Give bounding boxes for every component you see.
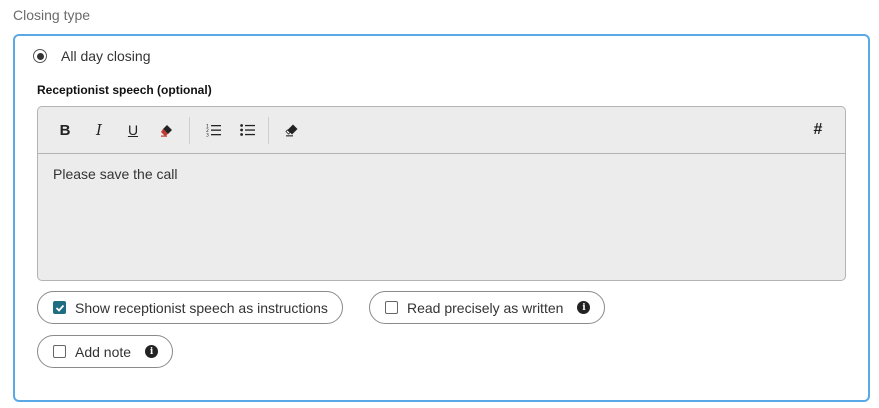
italic-icon[interactable]: I [88, 119, 110, 141]
editor-toolbar: B I U 1 2 3 # [38, 107, 845, 154]
svg-text:3: 3 [206, 133, 209, 138]
ordered-list-icon[interactable]: 1 2 3 [202, 119, 224, 141]
closing-type-panel: All day closing Receptionist speech (opt… [13, 34, 870, 402]
info-icon[interactable]: i [577, 301, 591, 314]
info-icon[interactable]: i [145, 345, 159, 358]
speech-text[interactable]: Please save the call [38, 154, 845, 194]
highlight-icon[interactable] [156, 119, 178, 141]
read-precisely-checkbox[interactable] [385, 301, 398, 314]
hash-icon[interactable]: # [807, 119, 829, 141]
show-instructions-label: Show receptionist speech as instructions [75, 299, 328, 316]
add-note-label: Add note [75, 343, 132, 360]
closing-type-label: Closing type [13, 7, 91, 23]
all-day-closing-option[interactable]: All day closing [33, 48, 151, 64]
show-instructions-toggle[interactable]: Show receptionist speech as instructions [37, 291, 343, 324]
all-day-closing-radio[interactable] [33, 49, 47, 63]
add-note-checkbox[interactable] [53, 345, 66, 358]
underline-icon[interactable]: U [122, 119, 144, 141]
read-precisely-label: Read precisely as written [407, 299, 564, 316]
clear-format-icon[interactable] [281, 119, 303, 141]
toolbar-separator [268, 117, 269, 144]
bold-icon[interactable]: B [54, 119, 76, 141]
radio-selected-dot [36, 52, 44, 60]
receptionist-speech-label: Receptionist speech (optional) [37, 83, 212, 97]
all-day-closing-label: All day closing [61, 48, 151, 64]
bullet-list-icon[interactable] [236, 119, 258, 141]
toolbar-separator [189, 117, 190, 144]
show-instructions-checkbox[interactable] [53, 301, 66, 314]
receptionist-speech-editor[interactable]: B I U 1 2 3 # Please save the call [37, 106, 846, 281]
add-note-toggle[interactable]: Add note i [37, 335, 174, 368]
read-precisely-toggle[interactable]: Read precisely as written i [369, 291, 606, 324]
